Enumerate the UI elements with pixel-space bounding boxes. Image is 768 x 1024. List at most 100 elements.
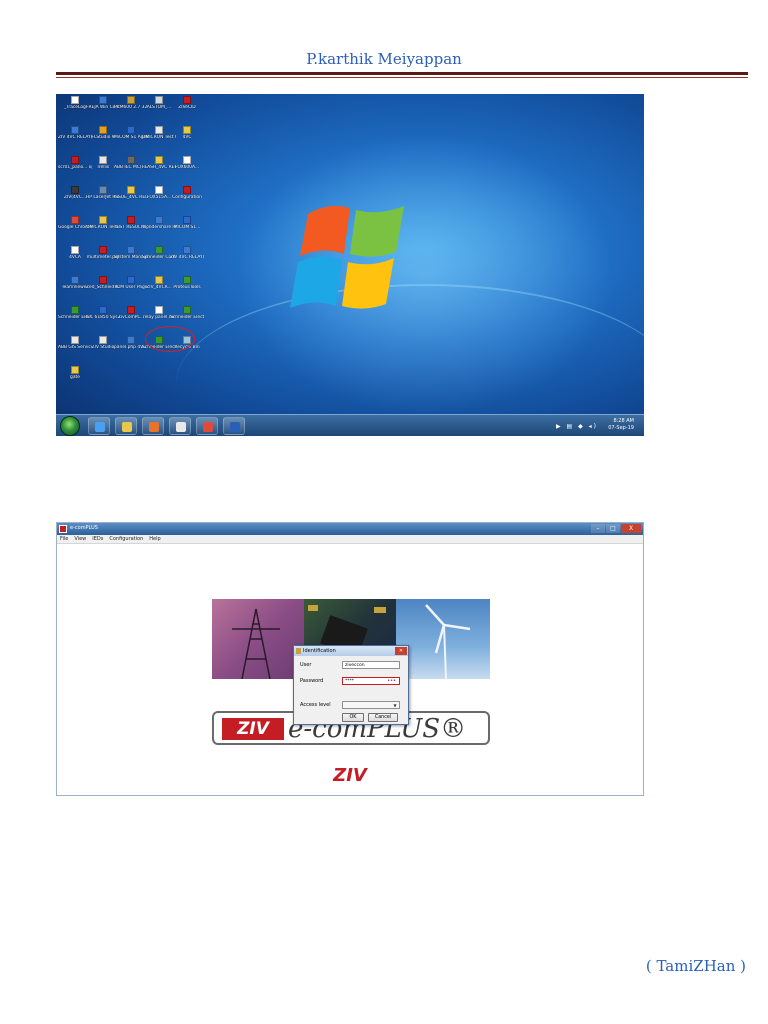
desktop-icon-glyph [99,336,107,344]
desktop-icon-glyph [127,126,135,134]
desktop-icon-glyph [155,126,163,134]
dialog-title: Identification [303,648,336,654]
page-footer: ( TamiZHan ) [645,957,746,975]
desktop-icon-glyph [183,186,191,194]
menu-help[interactable]: Help [149,535,160,543]
desktop-icon-glyph [183,276,191,284]
desktop-icon-label: ProteusTools [173,285,201,290]
desktop-icon-glyph [183,126,191,134]
desktop-icon-glyph [155,216,163,224]
system-clock[interactable]: 8:28 AM 07-Sep-19 [608,418,634,432]
desktop-icon-glyph [99,156,107,164]
desktop-icon-grid: _TraceLogFREJA Win Control...PCM600 2.7 … [58,96,218,414]
desktop-icon[interactable]: ProteusTools [170,276,204,302]
desktop-icon-glyph [99,216,107,224]
password-field[interactable]: **** ••• [342,677,400,685]
word-icon [230,422,240,432]
desktop-icon-glyph [155,306,163,314]
windows-logo-icon [290,206,404,309]
chevron-down-icon: ▼ [393,703,397,708]
menu-ieds[interactable]: IEDs [92,535,103,543]
desktop-icon-glyph [71,126,79,134]
menu-configuration[interactable]: Configuration [109,535,143,543]
access-level-select[interactable]: ▼ [342,701,400,709]
desktop-icon-glyph [183,96,191,104]
tray-icons[interactable]: ▶ ▤ ◆ ◂) [556,423,598,430]
password-mask-icon: ••• [387,678,396,684]
desktop-icon-glyph [127,216,135,224]
menu-file[interactable]: File [60,535,68,543]
desktop-icon-glyph [71,306,79,314]
desktop-icon-glyph [127,246,135,254]
ziv-logo-small: ZIV [333,765,367,786]
minimize-button[interactable]: – [591,524,605,533]
wind-turbine-icon [425,604,471,679]
menu-bar: File View IEDs Configuration Help [57,535,643,544]
desktop-icon-glyph [155,96,163,104]
menu-view[interactable]: View [74,535,86,543]
desktop-icon-glyph [155,276,163,284]
start-button[interactable] [60,416,80,436]
desktop-icon-glyph [71,276,79,284]
taskbar-windows-explorer-button[interactable] [115,417,137,435]
desktop-icon[interactable]: FOX600A... [170,156,204,182]
desktop-icon[interactable]: ZIVeCID [170,96,204,122]
desktop-icon[interactable]: gate [58,366,92,392]
desktop-icon-glyph [71,156,79,164]
desktop-icon-label: ZIVeCID [178,105,196,110]
header-rule-thin [56,77,748,78]
desktop-icon-glyph [155,156,163,164]
desktop-icon-glyph [71,336,79,344]
desktop-icon[interactable]: MICOM S1... [170,216,204,242]
taskbar-chrome-button[interactable] [196,417,218,435]
document-icon [176,422,186,432]
windows-explorer-icon [122,422,132,432]
user-field[interactable]: ziveccon [342,661,400,669]
user-label: User [300,662,312,668]
clock-time: 8:28 AM [613,418,634,424]
taskbar-internet-explorer-button[interactable] [88,417,110,435]
taskbar-document-button[interactable] [169,417,191,435]
dialog-titlebar: Identification ✕ [294,646,408,656]
banner-pylon-image [212,599,304,679]
desktop-icon-glyph [127,186,135,194]
clock-date: 07-Sep-19 [608,425,634,431]
identification-dialog: Identification ✕ User ziveccon Password … [293,645,409,725]
highlight-circle [145,326,195,352]
desktop-icon-glyph [127,96,135,104]
taskbar-media-player-button[interactable] [142,417,164,435]
desktop-icon-glyph [71,96,79,104]
close-button[interactable]: X [621,524,641,533]
maximize-button[interactable]: □ [606,524,620,533]
desktop-icon[interactable]: ZIV 4VC RELAY(IEE... [170,246,204,272]
banner-wind-image [396,599,490,679]
app-titlebar: e-comPLUS – □ X [57,523,643,535]
desktop-screenshot: _TraceLogFREJA Win Control...PCM600 2.7 … [56,94,644,436]
desktop-icon-label: Configuration [172,195,202,200]
header-rule [56,72,748,75]
desktop-icon-glyph [155,186,163,194]
app-title: e-comPLUS [70,525,98,531]
page-header: P.karthik Meiyappan [306,50,462,68]
ok-button[interactable]: OK [342,713,364,722]
desktop-icon[interactable]: 4VC [170,126,204,152]
desktop-icon-label: gate [70,375,80,380]
media-player-icon [149,422,159,432]
desktop-icon-glyph [99,186,107,194]
desktop-icon[interactable]: Configuration [170,186,204,212]
ecomplus-screenshot: e-comPLUS – □ X File View IEDs Configura… [56,522,644,796]
cancel-button[interactable]: Cancel [368,713,398,722]
window-controls: – □ X [591,524,641,533]
desktop-icon-glyph [71,186,79,194]
desktop-icon-glyph [99,246,107,254]
ziv-logo-mark: ZIV [222,718,284,740]
desktop-icon-glyph [183,216,191,224]
taskbar: ▶ ▤ ◆ ◂) 8:28 AM 07-Sep-19 [56,414,644,436]
desktop-icon-glyph [183,156,191,164]
dialog-close-button[interactable]: ✕ [395,647,407,655]
desktop-icon-glyph [99,276,107,284]
taskbar-word-button[interactable] [223,417,245,435]
desktop-icon-glyph [127,156,135,164]
desktop-icon-glyph [183,246,191,254]
desktop-icon-glyph [99,96,107,104]
